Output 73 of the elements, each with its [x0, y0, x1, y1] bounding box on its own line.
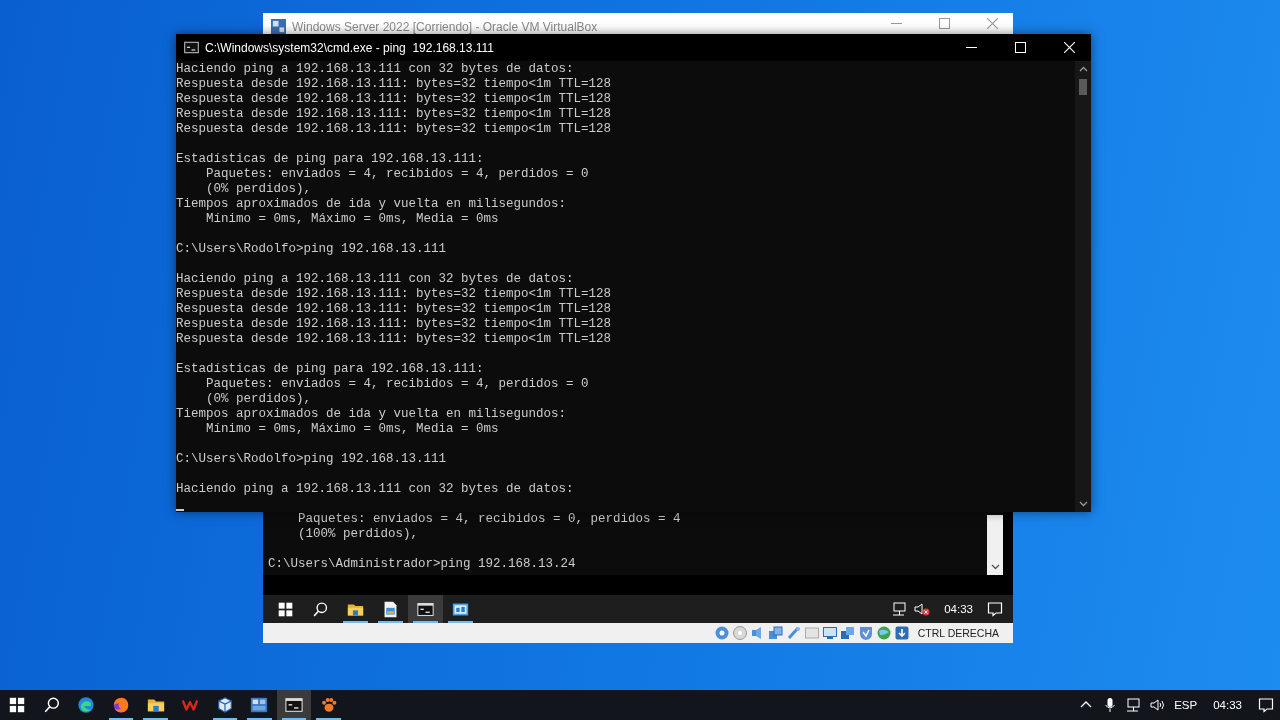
close-icon — [986, 17, 998, 29]
network-icon — [892, 601, 909, 617]
globe-icon[interactable] — [875, 625, 892, 641]
download-icon[interactable] — [893, 625, 910, 641]
windows-logo-icon — [277, 600, 294, 618]
text-cursor — [176, 509, 184, 511]
clock[interactable]: 04:33 — [936, 603, 981, 615]
language-indicator[interactable]: ESP — [1174, 699, 1198, 711]
display-icon[interactable] — [821, 625, 838, 641]
chevron-down-icon[interactable] — [990, 562, 1000, 571]
maximize-icon — [1015, 42, 1026, 53]
console-line: Respuesta desde 192.168.13.111: bytes=32 tiempo<1m TTL=128 — [176, 332, 613, 347]
console-line: Paquetes: enviados = 4, recibidos = 4, perdidos = 0 — [205, 167, 590, 182]
console-line: Estadísticas de ping para 192.168.13.111: — [176, 152, 485, 167]
app-icon — [271, 19, 286, 34]
terminal-icon — [184, 40, 199, 55]
maximize-icon — [938, 17, 950, 29]
cube-icon — [215, 696, 234, 714]
console-line: (0% perdidos), — [205, 182, 313, 197]
search-icon — [312, 600, 329, 618]
hard-disk-icon[interactable] — [713, 625, 730, 641]
network-adapters-icon[interactable] — [767, 625, 784, 641]
scroll-thumb[interactable] — [1079, 79, 1087, 95]
console-line: Estadísticas de ping para 192.168.13.111: — [176, 362, 485, 377]
taskbar-app-button[interactable] — [276, 690, 312, 720]
console-line: Mínimo = 0ms, Máximo = 0ms, Media = 0ms — [205, 422, 500, 437]
notification-icon[interactable] — [1258, 697, 1274, 713]
console-line: Respuesta desde 192.168.13.111: bytes=32 tiempo<1m TTL=128 — [176, 287, 613, 302]
terminal-icon — [417, 600, 434, 618]
window-title: C:\Windows\system32\cmd.exe - ping 192.168.13.111 — [205, 40, 496, 55]
chevron-up-icon[interactable] — [1078, 65, 1088, 74]
clock[interactable]: 04:33 — [1205, 699, 1250, 711]
console-line: Respuesta desde 192.168.13.111: bytes=32 tiempo<1m TTL=128 — [176, 92, 613, 107]
window-icon — [250, 696, 269, 714]
console-line: C:\Users\Administrador>ping 192.168.13.24 — [268, 557, 577, 572]
console-line: Haciendo ping a 192.168.13.111 con 32 bytes de datos: — [176, 482, 575, 497]
scrollbar[interactable] — [1075, 61, 1091, 512]
speaker-icon[interactable] — [1150, 697, 1167, 713]
search-icon — [42, 696, 61, 714]
console-line: Tiempos aproximados de ida y vuelta en milisegundos: — [176, 197, 568, 212]
terminal-icon — [285, 696, 304, 714]
console-line: Respuesta desde 192.168.13.111: bytes=32 tiempo<1m TTL=128 — [176, 77, 613, 92]
console-line: Haciendo ping a 192.168.13.111 con 32 bytes de datos: — [176, 62, 575, 77]
chevron-down-icon[interactable] — [1078, 499, 1088, 508]
console-line: (100% perdidos), — [297, 527, 420, 542]
console-line: Paquetes: enviados = 4, recibidos = 0, perdidos = 4 — [297, 512, 681, 527]
console-line: Respuesta desde 192.168.13.111: bytes=32 tiempo<1m TTL=128 — [176, 317, 613, 332]
console-line: Respuesta desde 192.168.13.111: bytes=32 tiempo<1m TTL=128 — [176, 107, 613, 122]
scrollbar[interactable] — [987, 515, 1003, 575]
console-line: Haciendo ping a 192.168.13.111 con 32 bytes de datos: — [176, 272, 575, 287]
console-line: C:\Users\Rodolfo>ping 192.168.13.111 — [176, 452, 448, 467]
console-line: C:\Users\Rodolfo>ping 192.168.13.111 — [176, 242, 448, 257]
console-line: Respuesta desde 192.168.13.111: bytes=32 tiempo<1m TTL=128 — [176, 122, 613, 137]
console-line: Respuesta desde 192.168.13.111: bytes=32 tiempo<1m TTL=128 — [176, 302, 613, 317]
notification-icon[interactable] — [987, 601, 1003, 617]
fox-icon — [112, 696, 131, 714]
windows-logo-icon — [8, 696, 27, 714]
muted-speaker-icon[interactable] — [914, 601, 931, 617]
close-icon — [1064, 42, 1075, 53]
usb-icon[interactable] — [785, 625, 802, 641]
taskbar-app-button[interactable] — [408, 595, 443, 623]
console-line: Paquetes: enviados = 4, recibidos = 4, perdidos = 0 — [205, 377, 590, 392]
paw-icon — [319, 696, 338, 714]
console-line: Tiempos aproximados de ida y vuelta en milisegundos: — [176, 407, 568, 422]
console-line: Mínimo = 0ms, Máximo = 0ms, Media = 0ms — [205, 212, 500, 227]
document-icon — [382, 600, 399, 618]
window-title: Windows Server 2022 [Corriendo] - Oracle VM VirtualBox — [292, 19, 599, 34]
network-icon — [1126, 697, 1143, 713]
swirl-icon — [77, 696, 96, 714]
console-line: (0% perdidos), — [205, 392, 313, 407]
host-key-label: CTRL DERECHA — [917, 627, 999, 639]
check-shield-icon[interactable] — [857, 625, 874, 641]
windows-stack-icon[interactable] — [839, 625, 856, 641]
